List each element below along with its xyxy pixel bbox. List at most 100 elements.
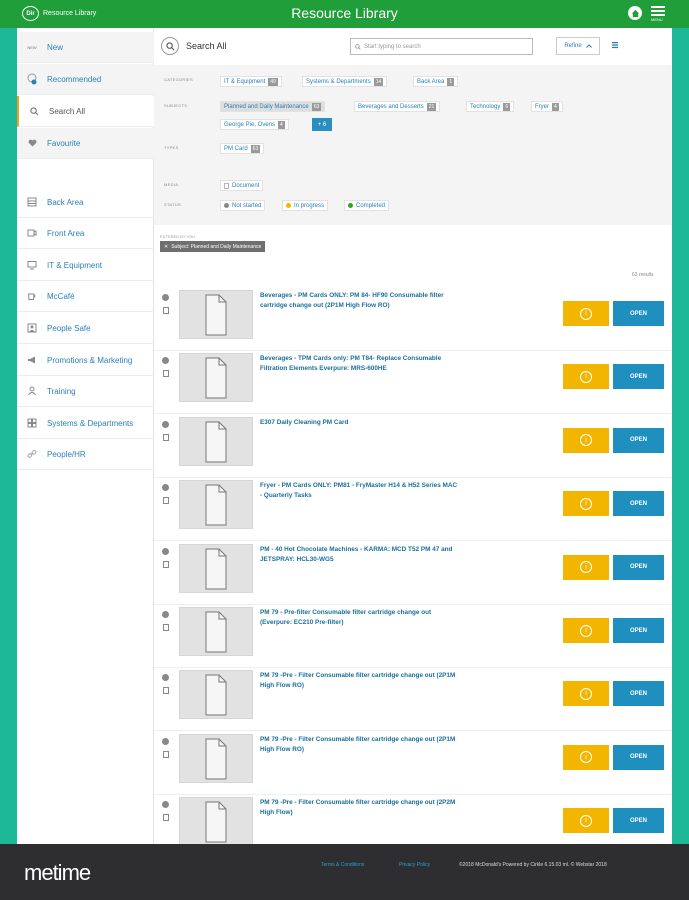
status-dot <box>162 420 169 428</box>
result-row[interactable]: PM 79 -Pre - Filter Consumable filter ca… <box>154 732 672 795</box>
chip-label: PM Card <box>224 145 248 152</box>
info-button[interactable]: i <box>563 681 609 707</box>
result-row[interactable]: PM - 40 Hot Chocolate Machines - KARMA: … <box>154 542 672 605</box>
open-button[interactable]: OPEN <box>613 618 664 643</box>
sidebar-item-recommended[interactable]: Recommended <box>17 64 154 95</box>
sidebar-item-new[interactable]: NEW New <box>17 32 154 63</box>
open-button[interactable]: OPEN <box>613 744 664 770</box>
open-button[interactable]: OPEN <box>613 681 664 707</box>
result-title[interactable]: PM 79 -Pre - Filter Consumable filter ca… <box>260 671 460 691</box>
sidebar-item-it-equipment[interactable]: IT & Equipment <box>17 250 154 281</box>
info-icon: i <box>580 687 592 700</box>
open-button[interactable]: OPEN <box>613 808 664 834</box>
info-button[interactable]: i <box>563 744 609 770</box>
status-chip-completed[interactable]: Completed <box>344 200 390 211</box>
category-chip[interactable]: Systems & Departments 14 <box>302 76 388 87</box>
sidebar-item-front-area[interactable]: Front Area <box>17 218 154 249</box>
result-thumbnail[interactable] <box>179 607 253 656</box>
subject-chip[interactable]: Fryer 4 <box>531 101 563 112</box>
result-title[interactable]: PM 79 - Pre-filter Consumable filter car… <box>260 608 460 628</box>
open-button[interactable]: OPEN <box>613 301 664 326</box>
result-title[interactable]: PM - 40 Hot Chocolate Machines - KARMA: … <box>260 545 460 565</box>
category-chip[interactable]: Back Area 1 <box>413 76 459 87</box>
sidebar-item-systems-departments[interactable]: Systems & Departments <box>17 408 154 439</box>
chip-count: 49 <box>268 77 278 86</box>
menu-icon[interactable]: MENU <box>651 6 665 22</box>
sidebar-item-search-all[interactable]: Search All <box>17 96 154 127</box>
close-icon[interactable]: ✕ <box>164 244 168 250</box>
subject-chip[interactable]: Planned and Daily Maintenance 63 <box>220 101 326 112</box>
active-filter-tag[interactable]: ✕ Subject: Planned and Daily Maintenance <box>160 241 266 252</box>
result-thumbnail[interactable] <box>179 290 253 339</box>
sidebar-item-favourite[interactable]: Favourite <box>17 128 154 159</box>
result-title[interactable]: Fryer - PM Cards ONLY: PM81 - FryMaster … <box>260 481 460 501</box>
type-chip[interactable]: PM Card 63 <box>220 143 265 154</box>
chip-label: Not started <box>232 202 262 209</box>
result-thumbnail[interactable] <box>179 416 253 466</box>
metime-logo: metime <box>24 860 91 886</box>
megaphone-icon <box>17 355 47 365</box>
result-thumbnail[interactable] <box>179 670 253 720</box>
category-chip[interactable]: IT & Equipment 49 <box>220 76 282 87</box>
sidebar-item-mccafe[interactable]: McCafé <box>17 281 154 312</box>
document-thumbnail-icon <box>205 484 227 526</box>
result-row[interactable]: Fryer - PM Cards ONLY: PM81 - FryMaster … <box>154 478 672 542</box>
result-title[interactable]: PM 79 -Pre - Filter Consumable filter ca… <box>260 735 460 755</box>
result-title[interactable]: Beverages - PM Cards ONLY: PM 84- HF90 C… <box>260 291 460 311</box>
status-dot <box>162 294 169 301</box>
status-chip-in-progress[interactable]: In progress <box>282 200 329 211</box>
terms-link[interactable]: Terms & Conditions <box>321 862 364 868</box>
open-button[interactable]: OPEN <box>613 491 664 517</box>
info-button[interactable]: i <box>563 491 609 517</box>
open-button[interactable]: OPEN <box>613 364 664 390</box>
subject-chip[interactable]: George Pie, Ovens 4 <box>220 119 289 130</box>
logo-me: me <box>24 860 54 885</box>
open-button[interactable]: OPEN <box>613 427 664 453</box>
subject-chip[interactable]: Technology 6 <box>466 101 515 112</box>
document-thumbnail-icon <box>205 674 227 716</box>
sidebar-item-label: People Safe <box>47 323 91 333</box>
sidebar-item-back-area[interactable]: Back Area <box>17 187 154 218</box>
result-row[interactable]: Beverages - PM Cards ONLY: PM 84- HF90 C… <box>154 288 672 351</box>
info-button[interactable]: i <box>563 427 609 453</box>
sidebar-item-people-safe[interactable]: People Safe <box>17 313 154 344</box>
result-thumbnail[interactable] <box>179 480 253 530</box>
search-title: Search All <box>186 41 227 51</box>
info-button[interactable]: i <box>563 301 609 326</box>
result-title[interactable]: Beverages - TPM Cards only: PM T84- Repl… <box>260 354 460 374</box>
open-button[interactable]: OPEN <box>613 554 664 580</box>
info-button[interactable]: i <box>563 364 609 390</box>
result-title[interactable]: E307 Daily Cleaning PM Card <box>260 418 460 428</box>
info-button[interactable]: i <box>563 554 609 580</box>
result-row[interactable]: PM 79 - Pre-filter Consumable filter car… <box>154 605 672 668</box>
result-thumbnail[interactable] <box>179 543 253 593</box>
people-safe-icon <box>17 323 47 333</box>
more-subjects-button[interactable]: + 6 <box>312 118 332 131</box>
result-row[interactable]: E307 Daily Cleaning PM Card i OPEN <box>154 415 672 478</box>
media-chip[interactable]: Document <box>220 180 264 191</box>
privacy-link[interactable]: Privacy Policy <box>399 862 430 868</box>
info-icon: i <box>580 370 592 383</box>
result-title[interactable]: PM 79 -Pre - Filter Consumable filter ca… <box>260 798 460 818</box>
search-input[interactable]: Start typing to search <box>350 38 533 55</box>
result-thumbnail[interactable] <box>179 733 253 783</box>
status-dot <box>348 203 353 208</box>
result-thumbnail[interactable] <box>179 353 253 403</box>
sidebar-item-promotions-marketing[interactable]: Promotions & Marketing <box>17 345 154 376</box>
filter-icon[interactable] <box>608 38 622 52</box>
home-icon[interactable] <box>628 6 642 20</box>
result-row[interactable]: Beverages - TPM Cards only: PM T84- Repl… <box>154 351 672 415</box>
result-thumbnail[interactable] <box>179 797 253 847</box>
sidebar-item-training[interactable]: Training <box>17 376 154 407</box>
info-button[interactable]: i <box>563 618 609 643</box>
search-icon[interactable] <box>161 37 179 55</box>
sidebar-item-people-hr[interactable]: People/HR <box>17 439 154 470</box>
coffee-cup-icon <box>17 291 47 301</box>
status-chip-not-started[interactable]: Not started <box>220 200 266 211</box>
result-row[interactable]: PM 79 -Pre - Filter Consumable filter ca… <box>154 668 672 732</box>
search-icon <box>19 106 49 116</box>
subject-chip[interactable]: Beverages and Desserts 21 <box>354 101 441 112</box>
refine-button[interactable]: Refine <box>556 37 600 55</box>
info-button[interactable]: i <box>563 808 609 834</box>
sidebar-item-label: New <box>47 42 64 52</box>
